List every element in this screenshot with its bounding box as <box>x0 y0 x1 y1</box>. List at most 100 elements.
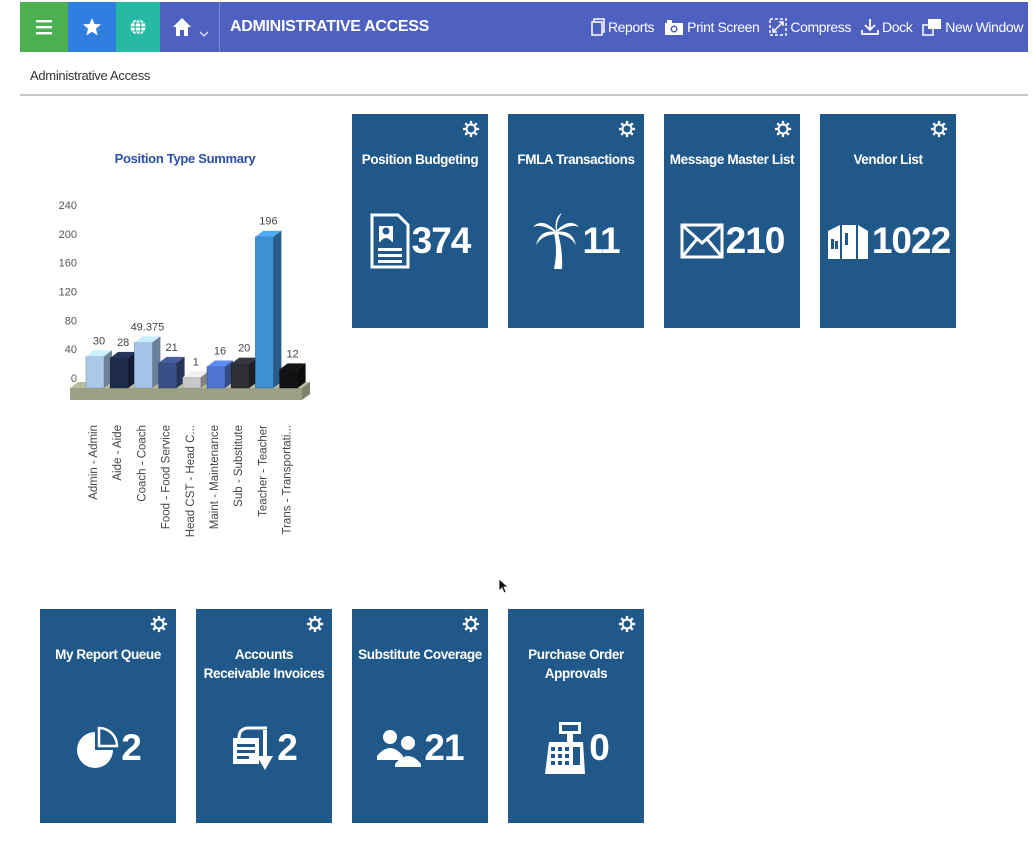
new-window-label: New Window <box>945 19 1023 35</box>
breadcrumb: Administrative Access <box>30 68 151 83</box>
tile-title: Accounts Receivable Invoices <box>203 647 325 681</box>
tile-title: Purchase Order Approvals <box>528 647 624 681</box>
invoice-arrow-icon <box>233 726 274 770</box>
gear-icon[interactable] <box>462 120 480 138</box>
bar <box>206 366 226 389</box>
y-tick-label: 40 <box>65 344 77 356</box>
bar <box>255 236 274 389</box>
hamburger-icon <box>36 20 52 35</box>
warehouse-icon <box>827 225 868 259</box>
tile-body: 2 <box>196 713 332 783</box>
tile-count: 2 <box>121 727 142 768</box>
gear-icon[interactable] <box>774 120 792 138</box>
globe-icon <box>130 18 146 36</box>
people-icon <box>377 730 422 767</box>
category-label: Maint - Maintenance <box>209 425 221 529</box>
tile-body: 210 <box>664 206 800 276</box>
home-button[interactable] <box>160 2 220 52</box>
position-type-summary-chart: Position Type Summary 240 200 160 120 80 40 0 3… <box>40 135 350 575</box>
tile-body: 21 <box>352 713 488 783</box>
tile-count: 2 <box>277 727 298 768</box>
bar-value-label: 49.375 <box>131 321 165 333</box>
bar-value-label: 21 <box>165 342 177 354</box>
bar <box>134 342 153 389</box>
camera-icon <box>665 20 684 35</box>
tile-title: Vendor List <box>853 152 923 167</box>
bar-value-label: 16 <box>214 345 226 357</box>
mouse-cursor-icon <box>498 578 508 594</box>
y-tick-label: 200 <box>59 229 77 241</box>
tile-count: 11 <box>582 220 620 261</box>
dock-label: Dock <box>882 19 913 35</box>
tile-body: 374 <box>352 206 488 276</box>
contact-card-icon <box>370 213 410 269</box>
pie-chart-icon <box>77 726 119 768</box>
tile-message-master-list[interactable]: Message Master List 210 <box>664 114 800 328</box>
tile-count: 0 <box>589 727 610 768</box>
download-tray-icon <box>861 19 879 35</box>
favorites-button[interactable] <box>68 2 116 52</box>
home-icon <box>172 18 191 36</box>
gear-icon[interactable] <box>462 615 480 633</box>
tile-fmla-transactions[interactable]: FMLA Transactions 11 <box>508 114 644 328</box>
gear-icon[interactable] <box>618 615 636 633</box>
reports-label: Reports <box>607 19 655 35</box>
tile-purchase-order-approvals[interactable]: Purchase Order Approvals 0 <box>508 609 644 823</box>
bar <box>158 362 177 389</box>
gear-icon[interactable] <box>306 615 324 633</box>
tile-count: 374 <box>411 220 472 261</box>
gear-icon[interactable] <box>930 120 948 138</box>
toolbar-actions: Reports Print Screen Compress Dock New W… <box>586 2 1028 52</box>
tile-accounts-receivable-invoices[interactable]: Accounts Receivable Invoices 2 <box>196 609 332 823</box>
globe-button[interactable] <box>116 2 160 52</box>
category-label: Head CST - Head C... <box>185 425 197 537</box>
y-tick-label: 240 <box>59 200 77 212</box>
print-screen-label: Print Screen <box>687 19 760 35</box>
tile-title: My Report Queue <box>55 647 161 662</box>
dock-button[interactable]: Dock <box>856 2 917 52</box>
gear-icon[interactable] <box>618 120 636 138</box>
y-tick-label: 160 <box>59 258 77 270</box>
star-icon <box>83 18 101 36</box>
compress-label: Compress <box>790 19 851 35</box>
y-tick-label: 120 <box>59 287 77 299</box>
bar-value-label: 1 <box>193 356 199 368</box>
tile-position-budgeting[interactable]: Position Budgeting 374 <box>352 114 488 328</box>
category-label: Teacher - Teacher <box>257 425 269 517</box>
bar-value-label: 12 <box>286 348 298 360</box>
palm-tree-icon <box>533 213 580 269</box>
breadcrumb-bar: Administrative Access <box>20 52 1028 96</box>
tile-body: 0 <box>508 713 644 783</box>
chevron-down-icon <box>199 31 208 37</box>
bar-value-label: 28 <box>117 337 129 349</box>
cash-register-icon <box>545 722 586 774</box>
tile-count: 210 <box>725 220 786 261</box>
category-label: Aide - Aide <box>112 425 124 481</box>
document-icon <box>591 18 605 36</box>
bar-value-label: 20 <box>238 343 250 355</box>
bar <box>85 356 105 389</box>
new-window-button[interactable]: New Window <box>917 2 1028 52</box>
bar <box>230 363 250 389</box>
new-window-icon <box>922 19 942 36</box>
bar-side <box>273 230 282 388</box>
compress-icon <box>769 18 788 36</box>
category-label: Trans - Transportati... <box>282 425 294 535</box>
print-screen-button[interactable]: Print Screen <box>659 2 764 52</box>
tile-my-report-queue[interactable]: My Report Queue 2 <box>40 609 176 823</box>
chart-floor-front <box>70 388 302 400</box>
tile-substitute-coverage[interactable]: Substitute Coverage 21 <box>352 609 488 823</box>
tile-vendor-list[interactable]: Vendor List 1022 <box>820 114 956 328</box>
gear-icon[interactable] <box>150 615 168 633</box>
bar-value-label: 196 <box>259 216 277 228</box>
reports-button[interactable]: Reports <box>586 2 659 52</box>
category-label: Sub - Substitute <box>233 425 245 507</box>
menu-button[interactable] <box>20 2 68 52</box>
tile-count: 1022 <box>871 220 951 261</box>
bar <box>182 377 202 389</box>
tile-title: Substitute Coverage <box>358 647 482 662</box>
compress-button[interactable]: Compress <box>764 2 856 52</box>
bar <box>279 369 298 389</box>
chart-title: Position Type Summary <box>114 151 256 166</box>
envelope-icon <box>680 223 724 259</box>
